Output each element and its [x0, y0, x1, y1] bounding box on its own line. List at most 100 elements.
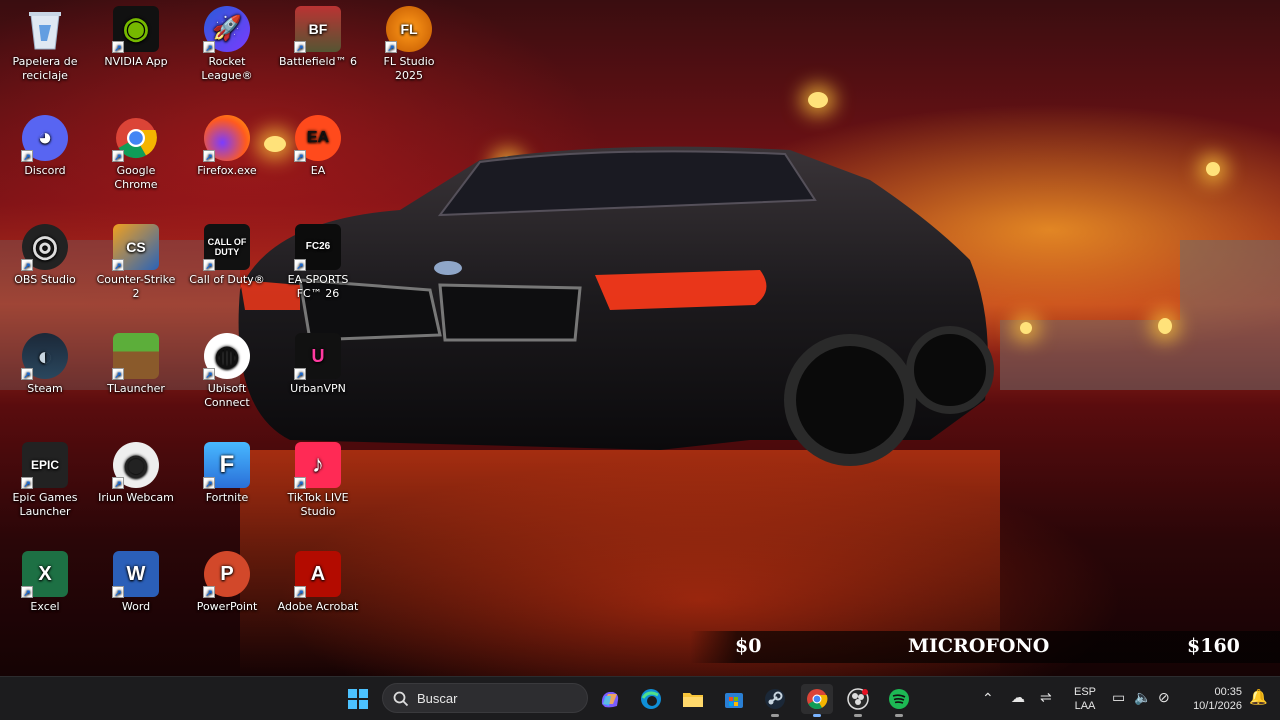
epic-games-icon: EPIC ↗: [21, 442, 68, 489]
nvidia-icon: ◉ ↗: [112, 6, 159, 53]
desktop-shortcut-label: Fortnite: [205, 491, 249, 504]
shortcut-arrow-icon: ↗: [112, 477, 124, 489]
desktop-shortcut[interactable]: ◕ ↗ Discord: [2, 115, 88, 178]
obs-taskbar-button[interactable]: [842, 684, 874, 717]
shortcut-arrow-icon: ↗: [203, 368, 215, 380]
onedrive-cloud-icon[interactable]: ☁: [1011, 689, 1025, 706]
desktop-shortcut[interactable]: U ↗ UrbanVPN: [275, 333, 361, 396]
desktop-shortcut[interactable]: FC26 ↗ EA SPORTS FC™ 26: [275, 224, 361, 301]
shortcut-arrow-icon: ↗: [112, 259, 124, 271]
desktop-shortcut[interactable]: ↗ TLauncher: [93, 333, 179, 396]
running-indicator: [895, 714, 903, 717]
donation-goal-bar: $0 MICROFONO $160: [690, 631, 1280, 663]
icon-glyph: ◉: [123, 449, 149, 480]
desktop-shortcut[interactable]: ◍ ↗ Ubisoft Connect: [184, 333, 270, 410]
clock[interactable]: 00:35 10/1/2026: [1186, 685, 1242, 713]
desktop-shortcut[interactable]: 🚀 ↗ Rocket League®: [184, 6, 270, 83]
shortcut-arrow-icon: ↗: [203, 150, 215, 162]
steam-icon: [765, 689, 785, 709]
desktop-shortcut[interactable]: F ↗ Fortnite: [184, 442, 270, 505]
desktop-shortcut[interactable]: CS ↗ Counter-Strike 2: [93, 224, 179, 301]
running-indicator: [854, 714, 862, 717]
call-of-duty-icon: CALL OF DUTY ↗: [203, 224, 250, 271]
shortcut-arrow-icon: ↗: [294, 368, 306, 380]
shortcut-arrow-icon: ↗: [294, 477, 306, 489]
shortcut-arrow-icon: ↗: [112, 586, 124, 598]
car-image: [238, 146, 994, 466]
language-code: ESP: [1074, 686, 1097, 698]
desktop-shortcut[interactable]: ♪ ↗ TikTok LIVE Studio: [275, 442, 361, 519]
desktop-shortcut[interactable]: EPIC ↗ Epic Games Launcher: [2, 442, 88, 519]
shortcut-arrow-icon: ↗: [385, 41, 397, 53]
notification-bell-icon[interactable]: 🔔: [1249, 688, 1268, 706]
copilot-button[interactable]: [594, 684, 626, 714]
desktop-shortcut[interactable]: BF ↗ Battlefield™ 6: [275, 6, 361, 69]
icon-glyph: EA: [306, 129, 330, 146]
desktop-shortcut-label: Iriun Webcam: [98, 491, 174, 504]
desktop-shortcut-label: OBS Studio: [14, 273, 76, 286]
show-hidden-icons-chevron-icon[interactable]: ⌃: [982, 690, 994, 707]
tlauncher-icon: ↗: [112, 333, 159, 380]
fl-studio-icon: FL ↗: [385, 6, 432, 53]
steam-taskbar-button[interactable]: [759, 684, 791, 717]
desktop-shortcut[interactable]: A ↗ Adobe Acrobat: [275, 551, 361, 614]
shortcut-arrow-icon: ↗: [21, 259, 33, 271]
icon-glyph: ♪: [312, 451, 324, 478]
edge-button[interactable]: [635, 684, 667, 714]
desktop-shortcut[interactable]: P ↗ PowerPoint: [184, 551, 270, 614]
desktop-shortcut[interactable]: CALL OF DUTY ↗ Call of Duty®: [184, 224, 270, 287]
desktop-shortcut[interactable]: W ↗ Word: [93, 551, 179, 614]
search-icon: [393, 691, 409, 707]
shortcut-arrow-icon: ↗: [203, 259, 215, 271]
taskbar-search-box[interactable]: Buscar: [382, 683, 588, 713]
start-button[interactable]: [342, 684, 374, 714]
firefox-icon: ↗: [203, 115, 250, 162]
obs-icon: ◎ ↗: [21, 224, 68, 271]
icon-glyph: FC26: [305, 241, 331, 252]
desktop-shortcut-label: Battlefield™ 6: [279, 55, 357, 68]
shortcut-arrow-icon: ↗: [21, 150, 33, 162]
desktop-shortcut[interactable]: ◉ ↗ NVIDIA App: [93, 6, 179, 69]
chrome-taskbar-button[interactable]: [801, 684, 833, 717]
desktop-shortcut[interactable]: ↗ Firefox.exe: [184, 115, 270, 178]
microsoft-store-button[interactable]: [718, 684, 750, 714]
desktop-shortcut-label: Papelera de reciclaje: [12, 55, 78, 82]
desktop-shortcut[interactable]: EA ↗ EA: [275, 115, 361, 178]
icon-glyph: F: [219, 451, 235, 478]
volume-icon[interactable]: 🔈: [1134, 689, 1151, 706]
desktop-shortcut-label: UrbanVPN: [290, 382, 346, 395]
search-placeholder: Buscar: [417, 691, 458, 706]
urbanvpn-icon: U ↗: [294, 333, 341, 380]
desktop-shortcut[interactable]: ◐ ↗ Steam: [2, 333, 88, 396]
desktop-shortcut-label: Discord: [24, 164, 66, 177]
goal-current-amount: $0: [735, 635, 762, 657]
taskbar: ⌃ ☁ ⇌ ESP LAA ▭ 🔈 ⊘ 00:35 10/1/2026 🔔: [0, 676, 1280, 720]
language-indicator[interactable]: ESP LAA: [1074, 685, 1096, 713]
desktop-shortcut-label: Steam: [27, 382, 63, 395]
running-indicator: [771, 714, 779, 717]
desktop-shortcut-label: Word: [121, 600, 151, 613]
icon-glyph: W: [126, 563, 146, 585]
desktop-shortcut[interactable]: ↗ Google Chrome: [93, 115, 179, 192]
desktop-shortcut[interactable]: X ↗ Excel: [2, 551, 88, 614]
desktop-shortcut[interactable]: FL ↗ FL Studio 2025: [366, 6, 452, 83]
shortcut-arrow-icon: ↗: [294, 259, 306, 271]
desktop-shortcut[interactable]: ◎ ↗ OBS Studio: [2, 224, 88, 287]
icon-glyph: A: [310, 563, 326, 585]
shortcut-arrow-icon: ↗: [294, 150, 306, 162]
icon-glyph: X: [38, 563, 52, 585]
desktop-shortcut[interactable]: ◉ ↗ Iriun Webcam: [93, 442, 179, 505]
edge-icon: [641, 689, 661, 709]
shortcut-arrow-icon: ↗: [21, 586, 33, 598]
file-explorer-button[interactable]: [677, 684, 709, 714]
shortcut-arrow-icon: ↗: [112, 150, 124, 162]
steam-icon: ◐ ↗: [21, 333, 68, 380]
battery-status-icon[interactable]: ⊘: [1158, 689, 1170, 706]
desktop-shortcut-label: TLauncher: [107, 382, 165, 395]
battlefield-icon: BF ↗: [294, 6, 341, 53]
spotify-taskbar-button[interactable]: [883, 684, 915, 717]
cast-display-icon[interactable]: ▭: [1112, 689, 1125, 706]
desktop-shortcut-label: EA SPORTS FC™ 26: [287, 273, 349, 300]
desktop-shortcut[interactable]: Papelera de reciclaje: [2, 6, 88, 83]
network-icon[interactable]: ⇌: [1040, 689, 1052, 706]
